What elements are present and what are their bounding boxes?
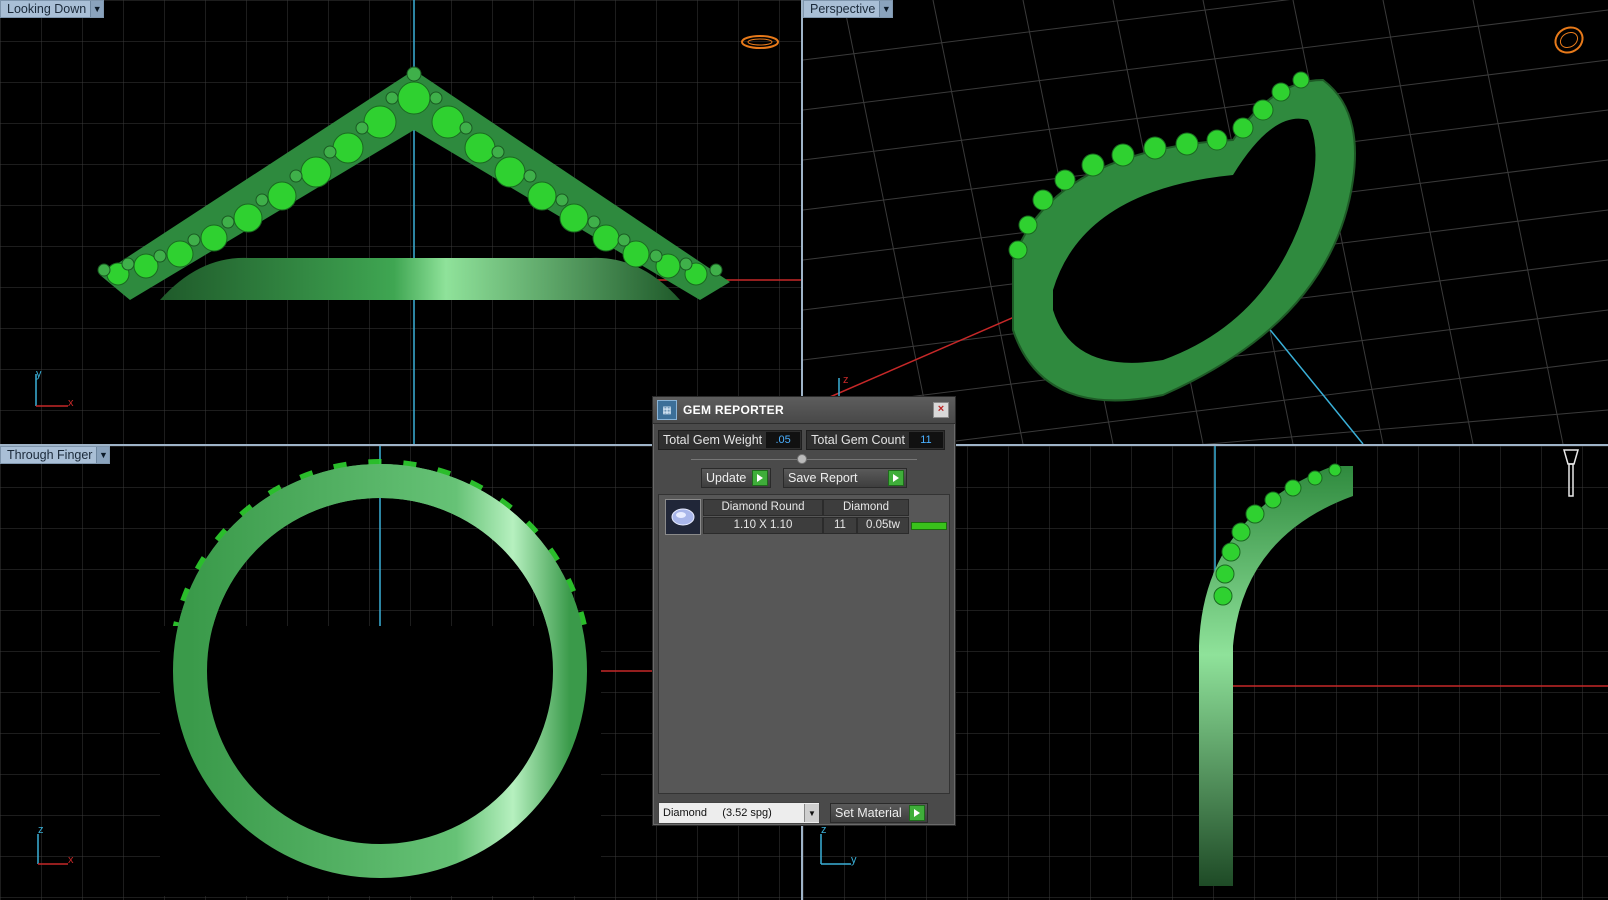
axis-label-x: x <box>68 854 74 866</box>
ring-orientation-icon[interactable] <box>1547 16 1591 60</box>
gem-reporter-titlebar[interactable]: ▦ GEM REPORTER × <box>653 397 955 424</box>
update-button-label: Update <box>706 471 747 485</box>
play-arrow-icon <box>752 470 768 486</box>
ring-orientation-icon[interactable] <box>1559 446 1583 500</box>
axis-label-y: y <box>851 854 857 866</box>
viewport-label[interactable]: Through Finger ▼ <box>0 446 111 464</box>
axis-label-x: x <box>68 397 74 409</box>
set-material-button[interactable]: Set Material <box>830 803 928 823</box>
panel-splitter[interactable] <box>653 454 955 464</box>
save-report-button[interactable]: Save Report <box>783 468 907 488</box>
chevron-down-icon[interactable]: ▼ <box>804 804 819 822</box>
axis-label-z: z <box>38 824 44 836</box>
viewport-menu-arrow-icon[interactable]: ▼ <box>879 1 893 17</box>
ring-orientation-icon[interactable] <box>738 30 782 54</box>
axis-label-y: y <box>36 368 42 380</box>
gem-list[interactable]: Diamond Round Diamond 1.10 X 1.10 11 0.0… <box>658 494 950 794</box>
material-select-value: Diamond (3.52 spg) <box>663 807 772 819</box>
viewport-scene <box>803 0 1608 444</box>
viewport-menu-arrow-icon[interactable]: ▼ <box>90 1 104 17</box>
set-material-button-label: Set Material <box>835 806 902 820</box>
total-gem-weight-value: .05 <box>766 432 801 448</box>
diamond-round-icon <box>665 499 701 535</box>
close-icon[interactable]: × <box>933 402 949 418</box>
viewport-label-text: Perspective <box>810 2 876 16</box>
gem-shape: Diamond Round <box>703 499 823 516</box>
gem-color-swatch[interactable] <box>911 522 947 530</box>
material-select[interactable]: Diamond (3.52 spg) ▼ <box>658 802 820 824</box>
gem-material: Diamond <box>823 499 909 516</box>
viewport-label-text: Looking Down <box>7 2 87 16</box>
axis-label-z: z <box>843 374 849 386</box>
gem-list-item[interactable]: Diamond Round Diamond 1.10 X 1.10 11 0.0… <box>659 495 949 535</box>
total-gem-count: Total Gem Count 11 <box>806 430 945 450</box>
gem-size: 1.10 X 1.10 <box>703 517 823 534</box>
total-gem-weight-label: Total Gem Weight <box>663 433 763 447</box>
play-arrow-icon <box>909 805 925 821</box>
viewport-looking-down[interactable]: Looking Down ▼ y x <box>0 0 801 444</box>
viewport-scene <box>0 0 801 444</box>
play-arrow-icon <box>888 470 904 486</box>
total-gem-count-value: 11 <box>908 432 943 448</box>
save-report-button-label: Save Report <box>788 471 858 485</box>
gem-count: 11 <box>823 517 857 534</box>
gem-reporter-title: GEM REPORTER <box>683 403 784 417</box>
viewport-label-text: Through Finger <box>7 448 93 462</box>
gem-weight: 0.05tw <box>857 517 909 534</box>
viewport-label[interactable]: Perspective ▼ <box>803 0 894 18</box>
total-gem-weight: Total Gem Weight .05 <box>658 430 803 450</box>
gem-reporter-panel: ▦ GEM REPORTER × Total Gem Weight .05 To… <box>652 396 956 826</box>
splitter-handle-icon[interactable] <box>797 454 807 464</box>
total-gem-count-label: Total Gem Count <box>811 433 905 447</box>
viewport-perspective[interactable]: Perspective ▼ z <box>803 0 1608 444</box>
viewport-menu-arrow-icon[interactable]: ▼ <box>96 447 110 463</box>
update-button[interactable]: Update <box>701 468 771 488</box>
gem-reporter-app-icon: ▦ <box>657 400 677 420</box>
viewport-label[interactable]: Looking Down ▼ <box>0 0 105 18</box>
